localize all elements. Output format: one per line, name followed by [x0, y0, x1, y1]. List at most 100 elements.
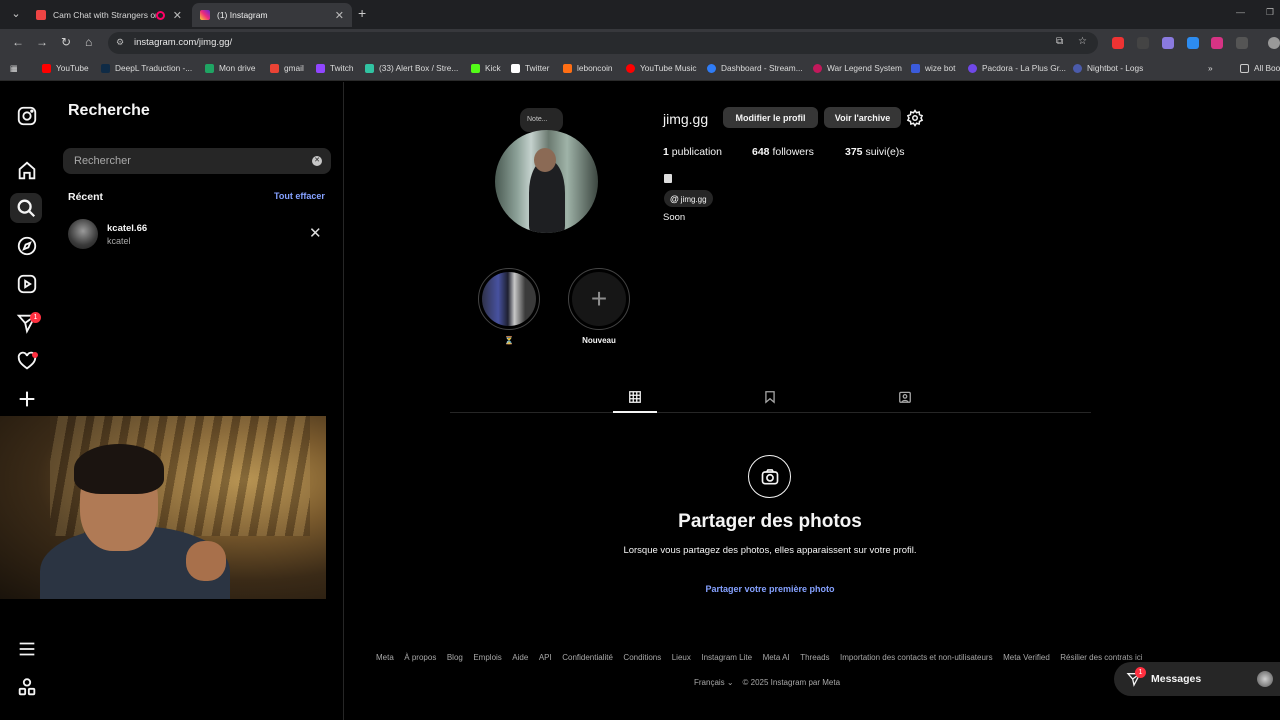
- following-stat[interactable]: 375 suivi(e)s: [845, 146, 905, 158]
- threads-handle: jimg.gg: [680, 195, 707, 204]
- bookmark-dashboard[interactable]: Dashboard - Stream...: [707, 63, 803, 73]
- edit-profile-button[interactable]: Modifier le profil: [723, 107, 818, 128]
- create-plus-icon[interactable]: [16, 388, 38, 410]
- footer-link[interactable]: Meta: [376, 653, 394, 662]
- install-app-icon[interactable]: ⧉: [1056, 36, 1063, 47]
- threads-link[interactable]: @ jimg.gg: [664, 190, 713, 207]
- footer-link[interactable]: Blog: [447, 653, 463, 662]
- dashboard-icon: [707, 63, 716, 73]
- forward-arrow-icon[interactable]: →: [36, 35, 48, 49]
- clear-search-icon[interactable]: ✕: [312, 156, 322, 166]
- footer-link[interactable]: Lieux: [672, 653, 691, 662]
- bookmark-wize-bot[interactable]: wize bot: [911, 63, 955, 73]
- posts-stat: 1 publication: [663, 146, 722, 158]
- restore-window-icon[interactable]: ❐: [1266, 7, 1274, 18]
- more-bookmarks-chevron-icon[interactable]: »: [1208, 63, 1213, 73]
- clear-all-button[interactable]: Tout effacer: [274, 191, 325, 201]
- footer-link[interactable]: Emplois: [473, 653, 501, 662]
- followers-count: 648: [752, 146, 770, 158]
- language-label: Français: [694, 678, 725, 687]
- extension-icon[interactable]: [1162, 37, 1174, 49]
- address-bar[interactable]: ⚙ instagram.com/jimg.gg/ ⧉ ☆: [108, 32, 1098, 54]
- all-bookmarks-folder[interactable]: All Boo: [1240, 63, 1280, 73]
- search-input[interactable]: [63, 148, 303, 174]
- bookmark-twitter[interactable]: Twitter: [511, 63, 549, 73]
- bookmark-star-icon[interactable]: ☆: [1078, 36, 1087, 47]
- search-icon[interactable]: [10, 193, 42, 223]
- bookmark-nightbot[interactable]: Nightbot - Logs: [1073, 63, 1143, 73]
- note-bubble[interactable]: Note...: [520, 108, 563, 132]
- view-archive-button[interactable]: Voir l'archive: [824, 107, 901, 128]
- settings-gear-icon[interactable]: [906, 109, 924, 127]
- back-arrow-icon[interactable]: ←: [12, 35, 24, 49]
- direct-notification-badge: 1: [30, 312, 41, 323]
- bookmark-drive[interactable]: Mon drive: [205, 63, 255, 73]
- also-from-meta-icon[interactable]: [16, 676, 38, 698]
- bookmark-label: Dashboard - Stream...: [721, 63, 803, 73]
- site-info-icon[interactable]: ⚙: [116, 37, 124, 48]
- close-tab-icon[interactable]: ✕: [173, 9, 182, 22]
- footer-link[interactable]: Meta Verified: [1003, 653, 1050, 662]
- browser-tab-bar: ⌄ Cam Chat with Strangers or ✕ (1) Insta…: [0, 0, 1280, 29]
- bookmark-youtube[interactable]: YouTube: [42, 63, 89, 73]
- footer-link[interactable]: Threads: [800, 653, 829, 662]
- posts-grid-icon[interactable]: [628, 390, 642, 404]
- explore-compass-icon[interactable]: [16, 235, 38, 257]
- bookmark-pacdora[interactable]: Pacdora - La Plus Gr...: [968, 63, 1066, 73]
- close-tab-icon[interactable]: ✕: [335, 9, 344, 22]
- new-tab-plus-icon[interactable]: +: [358, 5, 366, 21]
- tab-search-chevron-icon[interactable]: ⌄: [8, 6, 24, 22]
- reels-icon[interactable]: [16, 273, 38, 295]
- bookmark-twitch[interactable]: Twitch: [316, 63, 354, 73]
- footer-link[interactable]: Résilier des contrats ici: [1060, 653, 1142, 662]
- footer-link[interactable]: Meta AI: [763, 653, 790, 662]
- profile-picture[interactable]: [495, 130, 598, 233]
- home-icon[interactable]: [16, 160, 38, 182]
- extension-icon[interactable]: [1137, 37, 1149, 49]
- share-first-photo-link[interactable]: Partager votre première photo: [620, 584, 920, 594]
- bookmark-kick[interactable]: Kick: [471, 63, 501, 73]
- footer-link[interactable]: Conditions: [623, 653, 661, 662]
- bookmark-deepl[interactable]: DeepL Traduction -...: [101, 63, 192, 73]
- more-menu-hamburger-icon[interactable]: [16, 638, 38, 660]
- new-highlight-button[interactable]: +: [568, 268, 630, 330]
- recent-search-item[interactable]: kcatel.66 kcatel ✕: [68, 219, 330, 251]
- kick-icon: [471, 63, 480, 73]
- remove-recent-close-icon[interactable]: ✕: [309, 226, 322, 241]
- browser-tab-camchat[interactable]: Cam Chat with Strangers or ✕: [28, 3, 190, 27]
- messages-button[interactable]: 1 Messages: [1114, 662, 1280, 696]
- bookmark-youtube-music[interactable]: YouTube Music: [626, 63, 697, 73]
- extension-icon[interactable]: [1211, 37, 1223, 49]
- instagram-side-nav: 1: [0, 82, 54, 720]
- bookmark-gmail[interactable]: gmail: [270, 63, 304, 73]
- adblock-extension-icon[interactable]: [1112, 37, 1124, 49]
- footer-link[interactable]: API: [539, 653, 552, 662]
- language-select[interactable]: Français ⌄: [694, 678, 734, 687]
- saved-bookmark-icon[interactable]: [763, 390, 777, 404]
- followers-stat[interactable]: 648 followers: [752, 146, 814, 158]
- footer-link[interactable]: Confidentialité: [562, 653, 613, 662]
- tagged-icon[interactable]: [898, 390, 912, 404]
- instagram-logo-icon[interactable]: [16, 105, 38, 127]
- bookmarks-bar: ▦ YouTube DeepL Traduction -... Mon driv…: [0, 57, 1280, 81]
- bookmark-war-legend[interactable]: War Legend System: [813, 63, 902, 73]
- extension-icon[interactable]: [1187, 37, 1199, 49]
- bookmark-label: All Boo: [1254, 63, 1280, 73]
- reload-icon[interactable]: ↻: [61, 35, 71, 49]
- story-highlight[interactable]: [478, 268, 540, 330]
- profile-picture-face: [534, 148, 556, 172]
- profile-avatar-icon[interactable]: [1268, 37, 1280, 49]
- minimize-window-icon[interactable]: —: [1236, 7, 1245, 17]
- home-icon[interactable]: ⌂: [85, 35, 92, 49]
- footer-link[interactable]: Aide: [512, 653, 528, 662]
- extensions-puzzle-icon[interactable]: [1236, 37, 1248, 49]
- browser-tab-instagram[interactable]: (1) Instagram ✕: [192, 3, 352, 27]
- bookmark-leboncoin[interactable]: leboncoin: [563, 63, 613, 73]
- url-text[interactable]: instagram.com/jimg.gg/: [134, 37, 232, 48]
- footer-link[interactable]: À propos: [404, 653, 436, 662]
- search-box[interactable]: ✕: [63, 148, 331, 174]
- footer-link[interactable]: Importation des contacts et non-utilisat…: [840, 653, 993, 662]
- bookmark-alertbox[interactable]: (33) Alert Box / Stre...: [365, 63, 458, 73]
- apps-grid-icon[interactable]: ▦: [10, 63, 18, 73]
- footer-link[interactable]: Instagram Lite: [701, 653, 752, 662]
